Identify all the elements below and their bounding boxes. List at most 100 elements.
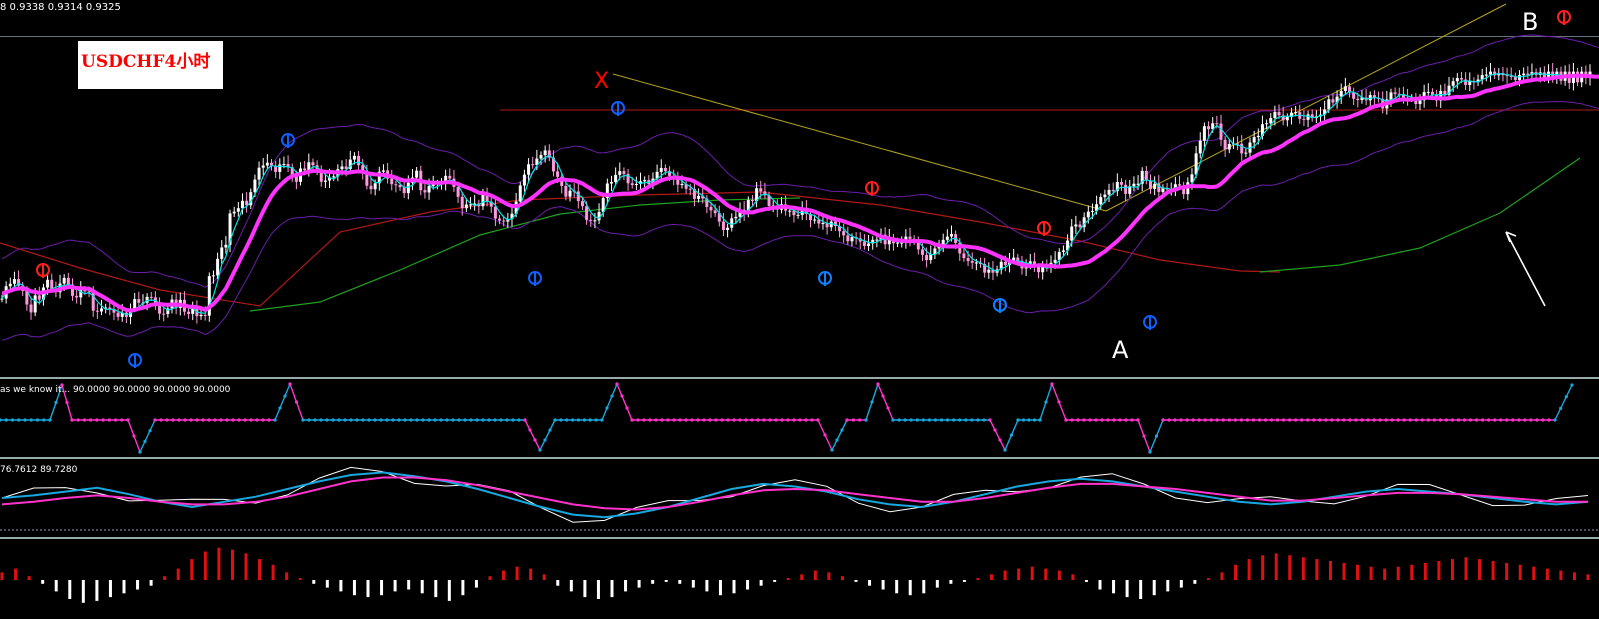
candle-body	[1273, 111, 1277, 119]
candle-body	[1526, 73, 1530, 75]
candle-body	[390, 178, 394, 185]
indicator1-dot	[678, 418, 682, 422]
indicator1-dot	[774, 418, 778, 422]
indicator1-dot	[499, 418, 503, 422]
indicator1-dot	[126, 418, 130, 422]
histogram-bar	[420, 580, 424, 594]
indicator1-dot	[113, 418, 118, 422]
indicator1-dot	[1354, 418, 1358, 422]
histogram-bar	[230, 549, 234, 580]
histogram-bar	[1125, 580, 1129, 598]
histogram-bar	[1234, 564, 1238, 580]
histogram-bar	[54, 580, 58, 592]
candle-body	[265, 162, 269, 166]
histogram-bar	[705, 580, 709, 592]
indicator1-dot	[732, 418, 736, 422]
indicator1-dot	[1076, 418, 1080, 422]
candle-body	[1285, 117, 1289, 121]
indicator1-dot	[927, 418, 931, 422]
indicator1-dot	[1003, 448, 1007, 452]
candle-body	[585, 206, 589, 220]
indicator1-dot	[319, 418, 323, 422]
candle-body	[253, 179, 257, 193]
candle-body	[1132, 183, 1136, 187]
indicator1-dot	[1318, 418, 1322, 422]
candle-body	[1356, 98, 1360, 101]
indicator1-dot	[1148, 450, 1152, 454]
candle-body	[846, 235, 850, 242]
indicator1-dot	[714, 418, 718, 422]
histogram-bar	[1423, 562, 1427, 580]
candle-body	[659, 167, 663, 172]
indicator1-dot	[249, 418, 253, 422]
indicator1-dot	[1360, 418, 1364, 422]
indicator1-dot	[870, 400, 874, 404]
candle-body	[1269, 118, 1273, 124]
candle-body	[842, 231, 846, 236]
candle-body	[137, 299, 141, 303]
indicator1-dot	[231, 418, 235, 422]
indicator1-dot	[1384, 418, 1388, 422]
candle-body	[498, 218, 502, 221]
indicator1-dot	[355, 418, 359, 422]
indicator1-dot	[915, 418, 919, 422]
indicator1-dot	[1511, 418, 1515, 422]
indicator1-dot	[283, 394, 287, 398]
symbol-label: USDCHF4小时	[81, 52, 211, 72]
indicator1-dot	[615, 382, 619, 386]
indicator1-dot	[273, 418, 277, 422]
candle-body	[796, 214, 800, 216]
indicator1-dot	[475, 418, 479, 422]
candle-body	[945, 236, 949, 240]
indicator1-dot	[636, 418, 640, 422]
indicator1-dot	[886, 406, 890, 410]
histogram-bar	[27, 576, 31, 580]
indicator1-dot	[576, 418, 581, 422]
indicator1-dot	[582, 418, 586, 422]
indicator1-dot	[553, 418, 557, 422]
histogram-bar	[190, 559, 194, 580]
candle-body	[1389, 92, 1393, 100]
indicator1-dot	[1064, 418, 1068, 422]
histogram-bar	[1450, 559, 1454, 580]
histogram-bar	[1586, 574, 1590, 580]
histogram-bar	[569, 580, 573, 592]
histogram-bar	[1356, 564, 1360, 580]
candle-body	[282, 164, 286, 166]
indicator1-dot	[1106, 418, 1110, 422]
candle-body	[1078, 224, 1082, 228]
indicator1-dot	[415, 418, 419, 422]
candle-body	[75, 295, 79, 298]
indicator1-dot	[469, 418, 473, 422]
histogram-bar	[1383, 568, 1387, 580]
histogram-bar	[610, 580, 614, 598]
indicator1-dot	[313, 418, 317, 422]
indicator1-dot	[1038, 418, 1042, 422]
indicator1-dot	[367, 418, 371, 422]
indicator1-dot	[1487, 418, 1491, 422]
candle-body	[593, 220, 597, 222]
candle-body	[734, 216, 738, 219]
indicator1-dot	[762, 418, 766, 422]
indicator1-dot	[439, 418, 443, 422]
candle-body	[133, 299, 137, 309]
histogram-bar	[759, 580, 763, 586]
indicator1-dot	[1541, 418, 1545, 422]
candle-body	[1518, 75, 1522, 81]
indicator1-dot	[42, 418, 46, 422]
indicator1-dot	[89, 418, 93, 422]
candle-body	[1198, 140, 1202, 154]
indicator1-dot	[816, 418, 820, 422]
histogram-bar	[1505, 562, 1509, 580]
candle-body	[216, 258, 220, 276]
indicator1-dot	[1493, 418, 1497, 422]
candle-body	[1418, 100, 1422, 104]
candle-body	[730, 218, 734, 228]
indicator1-dot	[385, 418, 389, 422]
indicator1-dot	[1088, 418, 1092, 422]
indicator1-dot	[294, 400, 299, 404]
histogram-bar	[935, 580, 939, 588]
indicator1-dot	[171, 418, 175, 422]
candle-body	[8, 283, 12, 287]
indicator1-dot	[213, 418, 217, 422]
